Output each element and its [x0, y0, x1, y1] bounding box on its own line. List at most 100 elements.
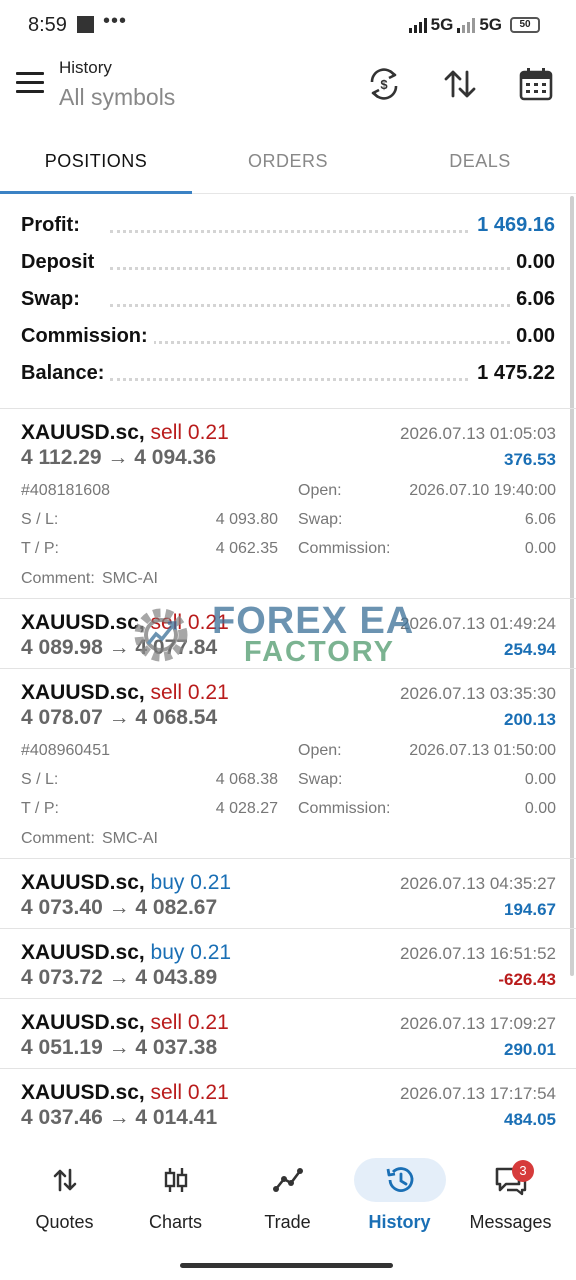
summary-label: Deposit [21, 251, 101, 274]
sort-icon[interactable] [440, 64, 480, 104]
position-row[interactable]: XAUUSD.sc, sell 0.21 4 037.46 → 4 014.41… [0, 1069, 576, 1139]
signal-icon [408, 17, 427, 33]
svg-text:$: $ [380, 77, 388, 92]
comment-value: SMC-AI [102, 830, 158, 847]
position-prices: 4 051.19 → 4 037.38 [21, 1036, 218, 1059]
position-symbol: XAUUSD.sc, buy 0.21 [21, 871, 232, 894]
commission-label: Commission: [298, 800, 391, 817]
summary-row-profit: Profit: 1 469.16 [0, 206, 576, 243]
symbol-filter[interactable]: All symbols [59, 84, 175, 111]
tp-label: T / P: [21, 540, 59, 557]
position-row[interactable]: XAUUSD.sc, buy 0.21 4 073.72 → 4 043.89 … [0, 929, 576, 999]
tp-value: 4 062.35 [215, 540, 278, 557]
position-profit: 194.67 [504, 900, 556, 919]
dotted-leader [110, 378, 516, 381]
summary-value: 1 469.16 [471, 214, 555, 237]
position-prices: 4 073.40 → 4 082.67 [21, 896, 218, 919]
nav-label: Quotes [35, 1212, 94, 1232]
tab-orders[interactable]: ORDERS [192, 134, 384, 194]
history-icon [386, 1167, 413, 1192]
comment-value: SMC-AI [102, 570, 158, 587]
nav-charts[interactable]: Charts [118, 1148, 233, 1248]
position-prices: 4 073.72 → 4 043.89 [21, 966, 218, 989]
swap-value: 0.00 [524, 771, 556, 788]
active-tab-indicator [0, 191, 192, 194]
signal-icon-2 [457, 17, 476, 33]
open-label: Open: [298, 742, 342, 759]
position-prices: 4 078.07 → 4 068.54 [21, 706, 218, 729]
position-close-time: 2026.07.13 04:35:27 [400, 874, 556, 893]
home-indicator[interactable] [180, 1263, 393, 1268]
position-row[interactable]: XAUUSD.sc, sell 0.21 4 089.98 → 4 077.84… [0, 599, 576, 669]
nav-history[interactable]: History [342, 1148, 457, 1248]
position-side: sell 0.21 [150, 1081, 229, 1104]
position-row[interactable]: XAUUSD.sc, buy 0.21 4 073.40 → 4 082.67 … [0, 859, 576, 929]
position-close-time: 2026.07.13 03:35:30 [400, 684, 556, 703]
battery-icon: 50 [510, 17, 540, 33]
calendar-icon[interactable] [516, 64, 556, 104]
position-prices: 4 089.98 → 4 077.84 [21, 636, 218, 659]
position-symbol: XAUUSD.sc, sell 0.21 [21, 1081, 229, 1104]
position-side: sell 0.21 [150, 681, 229, 704]
position-symbol: XAUUSD.sc, sell 0.21 [21, 681, 229, 704]
positions-list: XAUUSD.sc, sell 0.21 4 112.29 → 4 094.36… [0, 408, 576, 1139]
position-profit: 484.05 [504, 1110, 556, 1129]
dotted-leader [110, 230, 516, 233]
swap-label: Swap: [298, 771, 343, 788]
position-close-time: 2026.07.13 17:17:54 [400, 1084, 556, 1103]
position-row[interactable]: XAUUSD.sc, sell 0.21 4 078.07 → 4 068.54… [0, 669, 576, 859]
sl-value: 4 068.38 [215, 771, 278, 788]
position-close-time: 2026.07.13 01:05:03 [400, 424, 556, 443]
commission-label: Commission: [298, 540, 391, 557]
nav-label: Charts [148, 1212, 202, 1232]
history-tabs: POSITIONS ORDERS DEALS [0, 134, 576, 194]
dotted-leader [110, 267, 516, 270]
nav-quotes[interactable]: Quotes [7, 1148, 122, 1248]
position-side: buy 0.21 [150, 871, 232, 894]
app-bar: History All symbols $ [0, 52, 576, 132]
sl-label: S / L: [21, 771, 59, 788]
open-time: 2026.07.13 01:50:00 [409, 742, 556, 759]
nav-trade[interactable]: Trade [230, 1148, 345, 1248]
position-symbol: XAUUSD.sc, sell 0.21 [21, 421, 229, 444]
nav-messages[interactable]: Messages [453, 1148, 568, 1248]
tab-deals[interactable]: DEALS [384, 134, 576, 194]
commission-value: 0.00 [524, 800, 556, 817]
summary-row-swap: Swap: 6.06 [0, 280, 576, 317]
tab-positions[interactable]: POSITIONS [0, 134, 192, 194]
menu-icon[interactable] [16, 72, 44, 96]
summary-label: Commission: [21, 325, 154, 348]
messages-badge: 3 [512, 1160, 534, 1182]
nav-label: History [368, 1212, 431, 1232]
comment-label: Comment: [21, 570, 95, 587]
comment-label: Comment: [21, 830, 95, 847]
position-ticket: #408960451 [21, 742, 110, 759]
summary-value: 0.00 [510, 325, 555, 348]
summary-row-deposit: Deposit 0.00 [0, 243, 576, 280]
status-time: 8:59 [28, 14, 67, 36]
position-close-time: 2026.07.13 17:09:27 [400, 1014, 556, 1033]
position-prices: 4 037.46 → 4 014.41 [21, 1106, 218, 1129]
dotted-leader [110, 304, 516, 307]
refresh-dollar-icon[interactable]: $ [364, 64, 404, 104]
summary-row-balance: Balance: 1 475.22 [0, 354, 576, 391]
position-side: sell 0.21 [150, 1011, 229, 1034]
bottom-navigation: Quotes Charts Trade History Messages [0, 1148, 576, 1248]
summary-value: 6.06 [510, 288, 555, 311]
trade-icon [272, 1168, 303, 1192]
dotted-leader [110, 341, 516, 344]
summary-value: 0.00 [510, 251, 555, 274]
position-profit: 254.94 [504, 640, 556, 659]
position-row[interactable]: XAUUSD.sc, sell 0.21 4 112.29 → 4 094.36… [0, 409, 576, 599]
position-profit: 290.01 [504, 1040, 556, 1059]
open-time: 2026.07.10 19:40:00 [409, 482, 556, 499]
summary-row-commission: Commission: 0.00 [0, 317, 576, 354]
position-side: sell 0.21 [150, 421, 229, 444]
charts-icon [164, 1168, 187, 1192]
page-title: History [59, 58, 112, 77]
position-row[interactable]: XAUUSD.sc, sell 0.21 4 051.19 → 4 037.38… [0, 999, 576, 1069]
summary-panel: Profit: 1 469.16 Deposit 0.00 Swap: 6.06… [0, 206, 576, 391]
quotes-icon [53, 1168, 76, 1192]
swap-value: 6.06 [524, 511, 556, 528]
position-profit: -626.43 [498, 970, 556, 989]
